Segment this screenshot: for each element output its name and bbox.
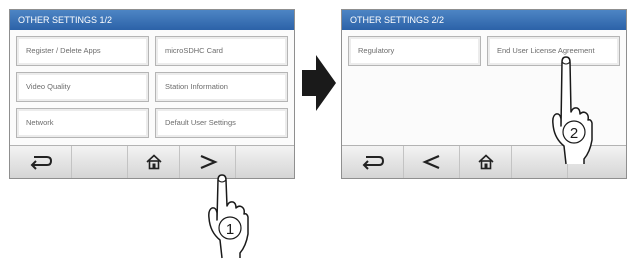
home-icon xyxy=(477,154,494,170)
back-icon xyxy=(362,156,384,170)
back-button[interactable] xyxy=(342,146,404,178)
back-button[interactable] xyxy=(10,146,72,178)
menu-item-station-information[interactable]: Station Information xyxy=(155,72,288,102)
pointing-hand-icon-step-2: 2 xyxy=(552,56,593,165)
step-number-2: 2 xyxy=(570,125,578,142)
nav-empty-slot xyxy=(72,146,128,178)
screen-title: OTHER SETTINGS 2/2 xyxy=(342,10,626,30)
menu-item-microsdhc-card[interactable]: microSDHC Card xyxy=(155,36,288,66)
menu-item-video-quality[interactable]: Video Quality xyxy=(16,72,149,102)
previous-icon xyxy=(421,154,439,170)
screen-title: OTHER SETTINGS 1/2 xyxy=(10,10,294,30)
step-number-1: 1 xyxy=(226,221,234,238)
menu-item-network[interactable]: Network xyxy=(16,108,149,138)
home-button[interactable] xyxy=(460,146,512,178)
menu-item-regulatory[interactable]: Regulatory xyxy=(348,36,481,66)
previous-page-button[interactable] xyxy=(404,146,460,178)
right-arrow-icon xyxy=(302,55,336,111)
pointing-hand-icon-step-1: 1 xyxy=(208,174,249,259)
home-button[interactable] xyxy=(128,146,180,178)
menu-item-default-user-settings[interactable]: Default User Settings xyxy=(155,108,288,138)
back-icon xyxy=(30,156,52,170)
home-icon xyxy=(145,154,162,170)
menu-item-register-delete-apps[interactable]: Register / Delete Apps xyxy=(16,36,149,66)
